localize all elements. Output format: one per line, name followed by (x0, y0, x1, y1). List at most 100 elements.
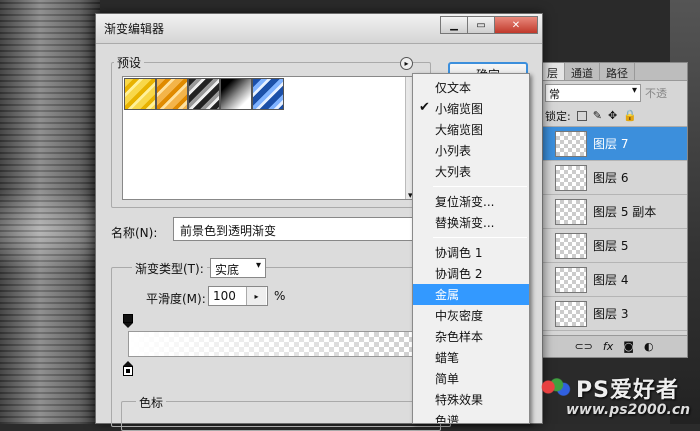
blend-mode-select[interactable]: 常 (545, 84, 641, 102)
menu-item-label: 替换渐变... (435, 216, 495, 230)
watermark-brand: PS爱好者 (576, 378, 679, 403)
menu-item-label: 仅文本 (435, 81, 472, 95)
menu-item[interactable]: 杂色样本 (413, 326, 529, 347)
preset-swatch-gold[interactable] (124, 78, 156, 110)
layer-row[interactable]: 图层 5 (541, 229, 687, 263)
layer-name: 图层 4 (593, 273, 629, 287)
menu-item-label: 大列表 (435, 165, 472, 179)
mask-icon[interactable]: ◙ (623, 340, 634, 353)
lock-move-icon[interactable]: ✥ (608, 109, 617, 122)
link-icon[interactable]: ⊂⊃ (574, 340, 592, 353)
background-newspaper (0, 0, 100, 424)
preset-swatch-box (122, 76, 418, 201)
opacity-stop-body (123, 314, 133, 323)
lock-brush-icon[interactable]: ✎ (593, 109, 602, 122)
lock-row: 锁定: ✎ ✥ 🔒 (541, 105, 687, 127)
color-stops-group (121, 401, 441, 431)
menu-item-label: 中灰密度 (435, 309, 484, 323)
menu-item-label: 协调色 1 (435, 246, 483, 260)
checkmark-icon: ✔ (419, 100, 430, 115)
menu-item-label: 大缩览图 (435, 123, 484, 137)
menu-item[interactable]: 协调色 2 (413, 263, 529, 284)
menu-item[interactable]: 特殊效果 (413, 389, 529, 410)
window-buttons: ▁ ▭ ✕ (440, 16, 538, 34)
menu-item-label: 协调色 2 (435, 267, 483, 281)
layer-thumbnail (555, 300, 587, 327)
menu-item[interactable]: 大列表 (413, 161, 529, 182)
gradient-preview-bar[interactable] (128, 331, 418, 357)
color-stops-label: 色标 (136, 394, 167, 411)
tab-channels[interactable]: 通道 (565, 63, 600, 80)
name-label: 名称(N): (111, 226, 158, 240)
preset-swatch-blue[interactable] (252, 78, 284, 110)
layer-row[interactable]: 图层 4 (541, 263, 687, 297)
menu-item-label: 小列表 (435, 144, 472, 158)
menu-separator (433, 186, 527, 187)
layer-name: 图层 6 (593, 171, 629, 185)
menu-item-label: 复位渐变... (435, 195, 495, 209)
menu-item[interactable]: 仅文本 (413, 77, 529, 98)
dialog-title: 渐变编辑器 (104, 22, 165, 36)
gradient-type-label: 渐变类型(T): (132, 260, 207, 277)
menu-item-label: 特殊效果 (435, 393, 484, 407)
adjustment-icon[interactable]: ◐ (644, 340, 654, 353)
presets-context-menu: 仅文本 ✔ 小缩览图大缩览图小列表大列表复位渐变... 替换渐变... 协调色 1 协调色… (412, 73, 530, 424)
smoothness-stepper-icon[interactable]: ▸ (246, 287, 266, 305)
layers-bottom-bar: ⊂⊃ fx ◙ ◐ (541, 335, 687, 357)
layer-thumbnail (555, 266, 587, 293)
preset-swatches (123, 77, 417, 111)
menu-item-label: 色谱 (435, 414, 460, 424)
menu-item-label: 小缩览图 (435, 102, 484, 116)
opacity-label: 不透 (645, 87, 667, 100)
layer-row[interactable]: 图层 3 (541, 297, 687, 331)
menu-item[interactable]: 中灰密度 (413, 305, 529, 326)
opacity-stop-tip (123, 323, 133, 328)
tab-layers[interactable]: 层 (541, 63, 565, 80)
layer-thumbnail (555, 164, 587, 191)
color-stop-handle[interactable] (123, 361, 133, 377)
minimize-button[interactable]: ▁ (440, 16, 468, 34)
menu-item-label: 简单 (435, 372, 460, 386)
presets-label: 预设 (114, 54, 145, 71)
name-field[interactable]: 前景色到透明渐变 (173, 217, 423, 241)
layer-thumbnail (555, 232, 587, 259)
menu-item[interactable]: 协调色 1 (413, 242, 529, 263)
menu-item[interactable]: 简单 (413, 368, 529, 389)
preset-swatch-silver[interactable] (188, 78, 220, 110)
menu-item-label: 金属 (435, 288, 460, 302)
close-button[interactable]: ✕ (494, 16, 538, 34)
preset-swatch-black-white[interactable] (220, 78, 252, 110)
presets-menu-arrow-icon[interactable]: ▸ (400, 57, 413, 70)
maximize-button[interactable]: ▭ (467, 16, 495, 34)
smoothness-label: 平滑度(M): (146, 292, 206, 306)
layers-panel: 层 通道 路径 常 不透 锁定: ✎ ✥ 🔒 图层 7 图层 6 图层 5 副本图层… (540, 62, 688, 358)
preset-swatch-orange[interactable] (156, 78, 188, 110)
menu-item[interactable]: 替换渐变... (413, 212, 529, 233)
lock-transparency-icon[interactable] (576, 110, 587, 121)
layer-thumbnail (555, 130, 587, 157)
fx-icon[interactable]: fx (603, 340, 613, 353)
color-stop-body (123, 366, 133, 376)
menu-item-label: 蜡笔 (435, 351, 460, 365)
layer-row[interactable]: 图层 7 (541, 127, 687, 161)
opacity-stop-handle[interactable] (123, 314, 133, 328)
menu-item[interactable]: 复位渐变... (413, 191, 529, 212)
menu-item[interactable]: 小列表 (413, 140, 529, 161)
smoothness-unit: % (274, 289, 286, 303)
lock-all-icon[interactable]: 🔒 (623, 109, 637, 122)
layer-row[interactable]: 图层 5 副本 (541, 195, 687, 229)
menu-item[interactable]: 金属 (413, 284, 529, 305)
menu-item[interactable]: 蜡笔 (413, 347, 529, 368)
lock-label: 锁定: (545, 109, 571, 123)
layer-row[interactable]: 图层 6 (541, 161, 687, 195)
menu-item[interactable]: 大缩览图 (413, 119, 529, 140)
layer-name: 图层 7 (593, 137, 629, 151)
watermark-url: www.ps2000.cn (566, 402, 691, 418)
layer-name: 图层 5 (593, 239, 629, 253)
tab-paths[interactable]: 路径 (600, 63, 635, 80)
gradient-type-select[interactable]: 实底 (210, 258, 266, 278)
layer-thumbnail (555, 198, 587, 225)
layers-tabs: 层 通道 路径 (541, 63, 687, 81)
menu-item[interactable]: ✔ 小缩览图 (413, 98, 529, 119)
menu-item[interactable]: 色谱 (413, 410, 529, 424)
